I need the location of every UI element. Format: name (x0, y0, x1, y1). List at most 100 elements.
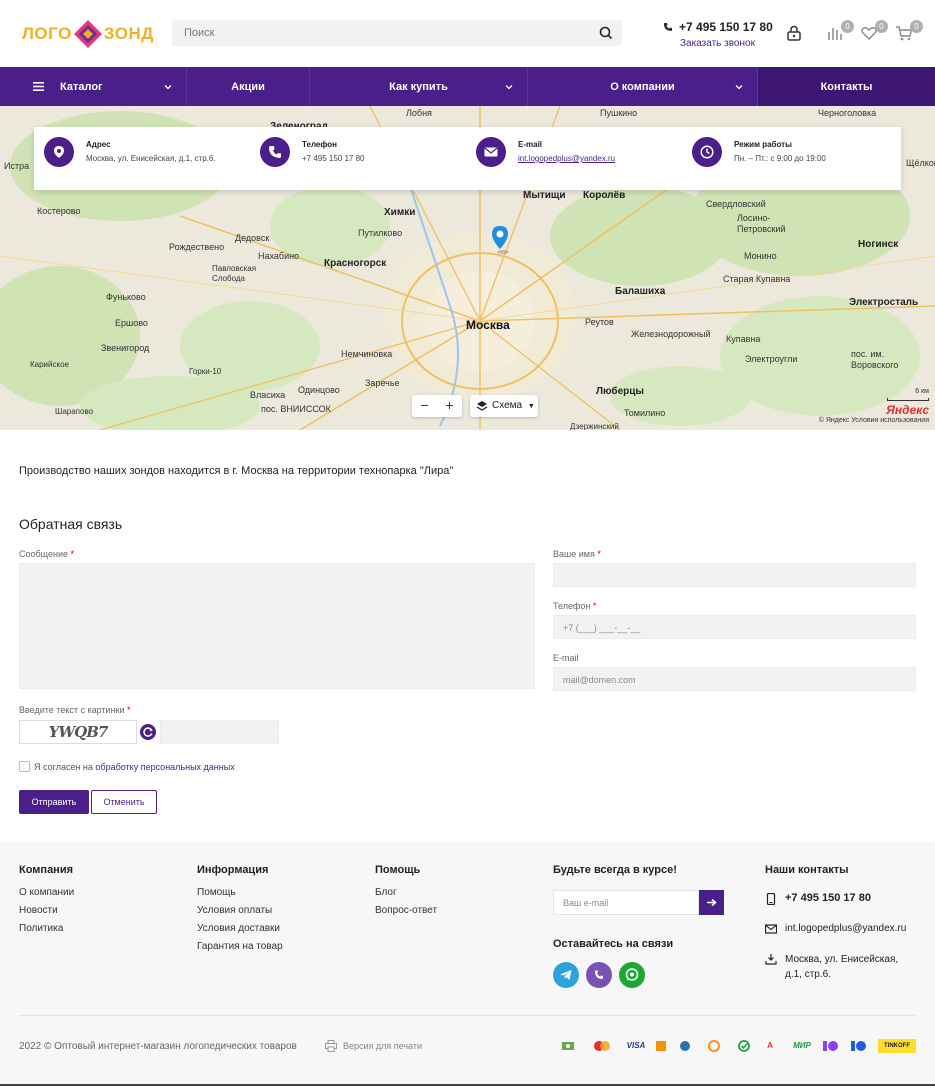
nav-about[interactable]: О компании (528, 67, 758, 106)
header-phone[interactable]: +7 495 150 17 80 (663, 20, 773, 34)
logo[interactable]: ЛОГО ЗОНД (22, 17, 153, 51)
logo-diamond-icon (73, 20, 102, 48)
info-address-value: Москва, ул. Енисейская, д.1, стр.6. (86, 154, 216, 163)
name-label: Ваше имя * (553, 549, 601, 559)
map-label: Мытищи (523, 190, 566, 201)
captcha-refresh-button[interactable] (140, 724, 156, 740)
map-label: Люберцы (596, 386, 644, 397)
map-label: Свердловский (706, 199, 766, 209)
personal-data-link[interactable]: обработку персональных данных (95, 762, 234, 772)
footer-divider (19, 1015, 916, 1016)
submit-button[interactable]: Отправить (19, 790, 89, 814)
phone-input[interactable]: +7 (___) ___-__-__ (553, 615, 916, 639)
map-label: Щёлково (906, 158, 935, 168)
refresh-icon (143, 727, 153, 737)
message-label: Сообщение * (19, 549, 74, 559)
search-input[interactable]: Поиск (172, 20, 622, 46)
compare-count-badge: 0 (841, 20, 854, 33)
name-label-text: Ваше имя (553, 549, 595, 559)
cancel-button[interactable]: Отменить (91, 790, 157, 814)
footer-link[interactable]: Гарантия на товар (197, 941, 283, 952)
location-pin-icon (44, 137, 74, 167)
payment-alfabank-icon: A (767, 1041, 773, 1050)
telegram-button[interactable] (553, 962, 579, 988)
payment-webmoney-icon (679, 1039, 691, 1053)
nav-contacts-label: Контакты (820, 80, 873, 93)
map-marker-icon (765, 954, 777, 965)
captcha-label: Введите текст с картинки * (19, 705, 131, 715)
compare-button[interactable]: 0 (826, 20, 854, 42)
lock-icon[interactable] (785, 24, 803, 42)
footer-link[interactable]: Новости (19, 905, 58, 916)
phone-icon (664, 23, 672, 31)
subscribe-button[interactable] (699, 890, 724, 915)
nav-about-label: О компании (610, 80, 675, 93)
payment-yoomoney-icon (822, 1039, 840, 1053)
layers-icon (476, 401, 488, 411)
map-pin-icon[interactable] (490, 225, 512, 255)
required-mark: * (597, 549, 601, 559)
viber-button[interactable] (586, 962, 612, 988)
phone-icon (260, 137, 290, 167)
footer-link[interactable]: Блог (375, 887, 397, 898)
map-label: пос. ВНИИССОК (261, 404, 331, 414)
agree-text: Я согласен на (34, 762, 96, 772)
payment-tinkoff-icon: TINKOFF (878, 1039, 916, 1053)
footer-link[interactable]: Политика (19, 923, 63, 934)
info-email-link[interactable]: int.logopedplus@yandex.ru (518, 154, 615, 163)
copyright: 2022 © Оптовый интернет-магазин логопеди… (19, 1041, 297, 1052)
nav-catalog[interactable]: Каталог (0, 67, 187, 106)
whatsapp-button[interactable] (619, 962, 645, 988)
favorites-button[interactable]: 0 (860, 20, 888, 42)
payment-yookassa-icon (850, 1039, 868, 1053)
main-nav: Каталог Акции Как купить О компании Конт… (0, 67, 935, 106)
footer-link[interactable]: Условия доставки (197, 923, 280, 934)
info-email: E-mail int.logopedplus@yandex.ru (476, 137, 676, 177)
map-label: Лосино-Петровский (737, 213, 786, 234)
map[interactable]: Зеленоград Лобня Пушкино Черноголовка Ис… (0, 106, 935, 430)
required-mark: * (592, 601, 597, 611)
map-label: Красногорск (324, 258, 387, 269)
message-textarea[interactable] (19, 563, 535, 689)
map-label: Электроугли (745, 354, 798, 364)
captcha-input[interactable] (160, 720, 279, 744)
footer-link[interactable]: О компании (19, 887, 74, 898)
map-zoom-control: − + (412, 395, 462, 417)
zoom-out-button[interactable]: − (412, 395, 437, 417)
zoom-in-button[interactable]: + (437, 395, 462, 417)
captcha-image: YWQB7 (19, 720, 137, 744)
map-label: Дзержинский (570, 422, 619, 430)
nav-sales[interactable]: Акции (187, 67, 310, 106)
search-icon[interactable] (598, 25, 614, 41)
info-phone: Телефон +7 495 150 17 80 (260, 137, 460, 177)
subscribe-email-input[interactable]: Ваш e-mail (553, 890, 699, 915)
email-input[interactable]: mail@domen.com (553, 667, 916, 691)
footer-contact-email[interactable]: int.logopedplus@yandex.ru (785, 923, 906, 934)
map-scheme-select[interactable]: Схема ▼ (470, 395, 538, 417)
info-phone-title: Телефон (302, 140, 337, 149)
info-phone-value[interactable]: +7 495 150 17 80 (302, 154, 365, 163)
map-copyright[interactable]: © Яндекс Условия использования (819, 417, 929, 424)
yandex-logo[interactable]: Яндекс (886, 403, 929, 417)
footer-link[interactable]: Условия оплаты (197, 905, 272, 916)
callback-link[interactable]: Заказать звонок (663, 38, 773, 49)
nav-how-to-buy[interactable]: Как купить (310, 67, 528, 106)
info-hours-value: Пн. – Пт.: с 9:00 до 19:00 (734, 154, 826, 163)
required-mark: * (127, 705, 131, 715)
nav-contacts[interactable]: Контакты (758, 67, 935, 106)
required-mark: * (70, 549, 75, 559)
map-label: Железнодорожный (631, 329, 711, 339)
form-title: Обратная связь (19, 516, 123, 532)
print-version-link[interactable]: Версия для печати (325, 1040, 422, 1052)
search-placeholder: Поиск (184, 27, 215, 39)
map-label: Монино (744, 251, 777, 261)
footer-link[interactable]: Помощь (197, 887, 236, 898)
agree-checkbox[interactable] (19, 761, 30, 772)
info-hours: Режим работы Пн. – Пт.: с 9:00 до 19:00 (692, 137, 892, 177)
map-label: Нахабино (258, 251, 300, 261)
footer-link[interactable]: Вопрос-ответ (375, 905, 437, 916)
cart-button[interactable]: 0 (895, 20, 923, 42)
name-input[interactable] (553, 563, 916, 587)
payment-mir-icon: МИР (793, 1041, 811, 1050)
footer-contact-phone[interactable]: +7 495 150 17 80 (785, 892, 871, 904)
